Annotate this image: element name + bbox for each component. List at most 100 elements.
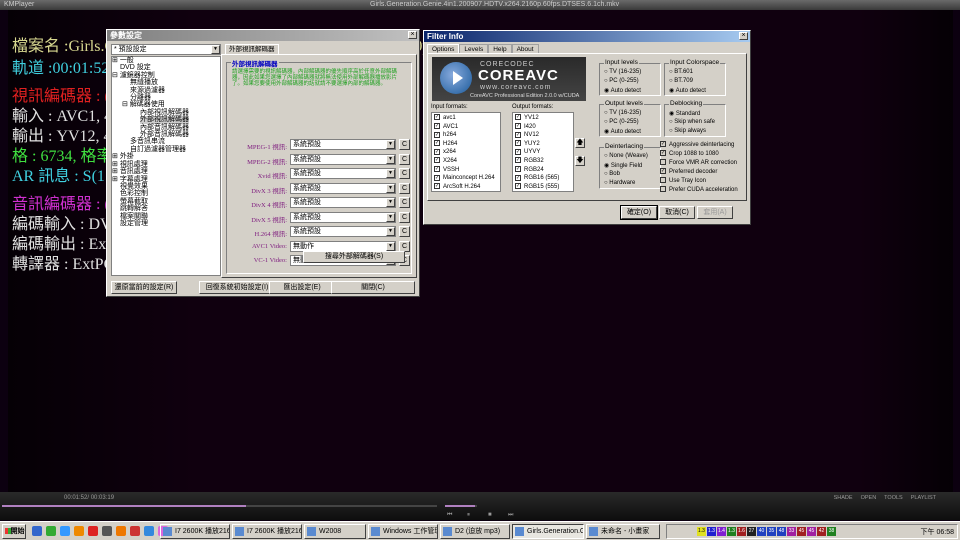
checkbox-option[interactable]: ✓ Crop 1088 to 1080 xyxy=(660,150,738,159)
radio-option[interactable]: ○ Hardware xyxy=(604,180,635,186)
stop-button[interactable]: ■ xyxy=(488,512,492,518)
taskbar-task[interactable]: W2008 xyxy=(304,524,366,539)
pause-button[interactable]: ⏸ xyxy=(467,512,470,519)
format-item[interactable]: ✓ x264 xyxy=(434,148,498,157)
move-up-button[interactable]: 🡅 xyxy=(575,138,585,148)
checkbox-checked-icon[interactable]: ✓ xyxy=(515,165,521,172)
checkbox-checked-icon[interactable]: ✓ xyxy=(660,141,666,148)
decoder-select[interactable]: 系統預設 ▼ xyxy=(290,226,396,237)
taskbar-task[interactable]: I7 2600K 播放2160P... xyxy=(160,524,230,539)
checkbox-checked-icon[interactable]: ✓ xyxy=(515,157,521,164)
menu-shade[interactable]: SHADE xyxy=(834,495,853,501)
checkbox-checked-icon[interactable]: ✓ xyxy=(515,174,521,181)
tree-item[interactable]: ⊞ 視訊處理 xyxy=(112,161,220,168)
radio-option[interactable]: ◉ Auto detect xyxy=(669,87,706,94)
next-button[interactable]: ⏭ xyxy=(508,512,513,519)
checkbox-checked-icon[interactable]: ✓ xyxy=(515,114,521,121)
settings-button-1[interactable]: 回復系統初始設定(I) xyxy=(199,281,275,294)
quick-launch-icon[interactable] xyxy=(88,526,98,536)
settings-button-2[interactable]: 匯出設定(E) xyxy=(269,281,335,294)
radio-selected-icon[interactable]: ◉ xyxy=(604,129,611,135)
radio-selected-icon[interactable]: ◉ xyxy=(604,163,611,169)
format-item[interactable]: ✓ AVC1 xyxy=(434,123,498,132)
tree-item[interactable]: ⊞ 外掛 xyxy=(112,153,220,160)
format-item[interactable]: ✓ X264 xyxy=(434,157,498,166)
radio-option[interactable]: ○ Skip when safe xyxy=(669,119,715,125)
seek-bar[interactable] xyxy=(2,505,437,507)
checkbox-checked-icon[interactable]: ✓ xyxy=(434,140,440,147)
volume-slider[interactable] xyxy=(445,505,477,507)
taskbar-task[interactable]: 未命名 - 小畫家 xyxy=(586,524,660,539)
tray-monitor-icon[interactable]: 33 xyxy=(787,527,796,536)
tree-item[interactable]: ⊞ 音訊處理 xyxy=(112,168,220,175)
checkbox-checked-icon[interactable]: ✓ xyxy=(434,114,440,121)
menu-tools[interactable]: TOOLS xyxy=(884,495,903,501)
collapse-icon[interactable]: ⊟ xyxy=(122,101,130,108)
tree-item[interactable]: 無縫播放 xyxy=(112,79,220,86)
preset-select[interactable]: * 預設設定 ▼ xyxy=(111,44,221,55)
tray-monitor-icon[interactable]: 42 xyxy=(817,527,826,536)
quick-launch-icon[interactable] xyxy=(102,526,112,536)
radio-option[interactable]: ○ TV (16-235) xyxy=(604,110,641,116)
quick-launch-icon[interactable] xyxy=(60,526,70,536)
format-item[interactable]: ✓ avc1 xyxy=(434,114,498,123)
checkbox-checked-icon[interactable]: ✓ xyxy=(434,157,440,164)
tray-monitor-icon[interactable]: 1.3 xyxy=(727,527,736,536)
radio-selected-icon[interactable]: ◉ xyxy=(669,111,676,117)
expand-icon[interactable]: ⊞ xyxy=(112,57,120,64)
tree-item[interactable]: 多音訊串流 xyxy=(112,138,220,145)
radio-option[interactable]: ○ BT.601 xyxy=(669,69,693,75)
checkbox-checked-icon[interactable]: ✓ xyxy=(434,131,440,138)
checkbox-icon[interactable] xyxy=(660,159,666,166)
radio-option[interactable]: ◉ Standard xyxy=(669,110,700,117)
format-item[interactable]: ✓ Mainconcept H.264 xyxy=(434,174,498,183)
format-item[interactable]: ✓ RGB32 xyxy=(515,157,571,166)
format-item[interactable]: ✓ RGB15 (555) xyxy=(515,183,571,192)
tray-monitor-icon[interactable]: 1.3 xyxy=(707,527,716,536)
radio-selected-icon[interactable]: ◉ xyxy=(669,88,676,94)
checkbox-option[interactable]: ✓ Aggressive deinterlacing xyxy=(660,141,738,150)
decoder-config-button[interactable]: C xyxy=(399,226,410,237)
taskbar-task[interactable]: I7 2600K 播放2160P... xyxy=(232,524,302,539)
tree-item[interactable]: 跳轉解答 xyxy=(112,205,220,212)
radio-option[interactable]: ◉ Single Field xyxy=(604,162,642,169)
tree-item[interactable]: 來源過濾器 xyxy=(112,87,220,94)
quick-launch-icon[interactable] xyxy=(32,526,42,536)
tab-external-video-decoder[interactable]: 外部視訊解碼器 xyxy=(225,44,279,54)
checkbox-checked-icon[interactable]: ✓ xyxy=(515,148,521,155)
format-item[interactable]: ✓ h264 xyxy=(434,131,498,140)
checkbox-checked-icon[interactable]: ✓ xyxy=(515,131,521,138)
settings-tree[interactable]: ⊞ 一般 DVD 設定 ⊟ 濾鏡器控制 無縫播放 來源過濾器 分離器 ⊟ 解碼器使用 內部視訊… xyxy=(111,56,221,276)
decoder-select[interactable]: 系統預設 ▼ xyxy=(290,168,396,179)
checkbox-checked-icon[interactable]: ✓ xyxy=(515,123,521,130)
radio-option[interactable]: ○ PC (0-255) xyxy=(604,119,639,125)
checkbox-option[interactable]: Force VMR AR correction xyxy=(660,159,738,168)
filter-button-2[interactable]: 套用(A) xyxy=(697,206,733,219)
decoder-select[interactable]: 系統預設 ▼ xyxy=(290,182,396,194)
checkbox-option[interactable]: ✓ Preferred decoder xyxy=(660,168,738,177)
taskbar-task[interactable]: D2 (迫放 mp3) xyxy=(440,524,510,539)
decoder-config-button[interactable]: C xyxy=(399,139,410,150)
decoder-config-button[interactable]: C xyxy=(399,182,410,194)
prev-button[interactable]: ⏮ xyxy=(447,512,452,519)
menu-open[interactable]: OPEN xyxy=(861,495,877,501)
tree-item[interactable]: 色彩控制 xyxy=(112,190,220,197)
checkbox-checked-icon[interactable]: ✓ xyxy=(660,168,666,175)
checkbox-icon[interactable] xyxy=(660,177,666,184)
tray-monitor-icon[interactable]: 48 xyxy=(777,527,786,536)
decoder-select[interactable]: 系統預設 ▼ xyxy=(290,153,396,165)
checkbox-checked-icon[interactable]: ✓ xyxy=(434,174,440,181)
quick-launch-icon[interactable] xyxy=(46,526,56,536)
tray-monitor-icon[interactable]: 38 xyxy=(827,527,836,536)
tray-monitor-icon[interactable]: 45 xyxy=(807,527,816,536)
tray-monitor-icon[interactable]: 27 xyxy=(747,527,756,536)
tray-monitor-icon[interactable]: 35 xyxy=(767,527,776,536)
radio-option[interactable]: ○ Skip always xyxy=(669,128,706,134)
tray-monitor-icon[interactable]: 1.3 xyxy=(697,527,706,536)
move-down-button[interactable]: 🡇 xyxy=(575,156,585,166)
taskbar-task[interactable]: Girls.Generation.Geni... xyxy=(512,524,584,539)
tray-monitor-icon[interactable]: 1.4 xyxy=(717,527,726,536)
checkbox-option[interactable]: Use Tray Icon xyxy=(660,177,738,186)
checkbox-icon[interactable] xyxy=(660,186,666,193)
radio-option[interactable]: ◉ Auto detect xyxy=(604,87,641,94)
